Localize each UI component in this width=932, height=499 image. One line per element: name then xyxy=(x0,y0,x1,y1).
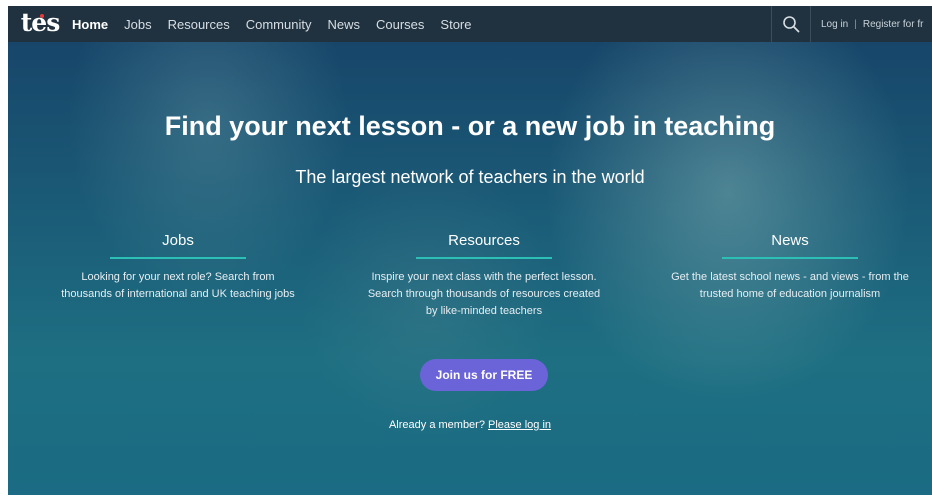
top-navbar: tes Home Jobs Resources Community News C… xyxy=(8,6,932,42)
feature-jobs: Jobs Looking for your next role? Search … xyxy=(43,232,313,303)
search-icon xyxy=(783,16,800,33)
feature-desc-line: by like-minded teachers xyxy=(425,305,543,317)
nav-link-store[interactable]: Store xyxy=(440,17,471,32)
feature-desc-line: thousands of international and UK teachi… xyxy=(61,288,295,300)
register-link[interactable]: Register for fr xyxy=(863,19,924,30)
login-link[interactable]: Log in xyxy=(821,19,848,30)
account-separator: | xyxy=(854,18,857,30)
nav-link-news[interactable]: News xyxy=(327,17,360,32)
feature-desc-line: Search through thousands of resources cr… xyxy=(367,288,601,300)
page-frame: tes Home Jobs Resources Community News C… xyxy=(8,6,932,495)
feature-underline xyxy=(416,257,552,259)
feature-news: News Get the latest school news - and vi… xyxy=(655,232,925,303)
hero-title: Find your next lesson - or a new job in … xyxy=(164,111,776,141)
already-member-text: Already a member? xyxy=(388,419,485,431)
nav-link-resources[interactable]: Resources xyxy=(168,17,230,32)
feature-underline xyxy=(110,257,246,259)
already-member: Already a member? Please log in xyxy=(8,419,932,431)
hero-section: Find your next lesson - or a new job in … xyxy=(8,42,932,495)
nav-link-community[interactable]: Community xyxy=(246,17,312,32)
nav-right: Log in | Register for fr xyxy=(771,6,932,42)
hero-subtitle: The largest network of teachers in the w… xyxy=(295,167,645,187)
feature-desc-jobs: Looking for your next role? Search from … xyxy=(43,269,313,303)
logo-dot xyxy=(40,14,44,18)
feature-title-resources[interactable]: Resources xyxy=(349,232,619,249)
account-links: Log in | Register for fr xyxy=(811,19,932,30)
join-free-button[interactable]: Join us for FREE xyxy=(420,359,548,391)
feature-resources: Resources Inspire your next class with t… xyxy=(349,232,619,320)
feature-desc-line: Inspire your next class with the perfect… xyxy=(371,271,597,283)
nav-link-courses[interactable]: Courses xyxy=(376,17,424,32)
feature-desc-resources: Inspire your next class with the perfect… xyxy=(349,269,619,320)
logo-text: tes xyxy=(20,7,61,37)
nav-link-jobs[interactable]: Jobs xyxy=(124,17,151,32)
feature-desc-news: Get the latest school news - and views -… xyxy=(655,269,925,303)
main-nav: Home Jobs Resources Community News Cours… xyxy=(72,6,488,42)
nav-link-home[interactable]: Home xyxy=(72,17,108,32)
search-button[interactable] xyxy=(771,6,811,42)
feature-desc-line: trusted home of education journalism xyxy=(699,288,881,300)
feature-title-news[interactable]: News xyxy=(655,232,925,249)
feature-title-jobs[interactable]: Jobs xyxy=(43,232,313,249)
feature-underline xyxy=(722,257,858,259)
feature-desc-line: Get the latest school news - and views -… xyxy=(671,271,909,283)
tes-logo[interactable]: tes xyxy=(8,6,72,42)
feature-desc-line: Looking for your next role? Search from xyxy=(81,271,275,283)
please-login-link[interactable]: Please log in xyxy=(488,419,551,431)
